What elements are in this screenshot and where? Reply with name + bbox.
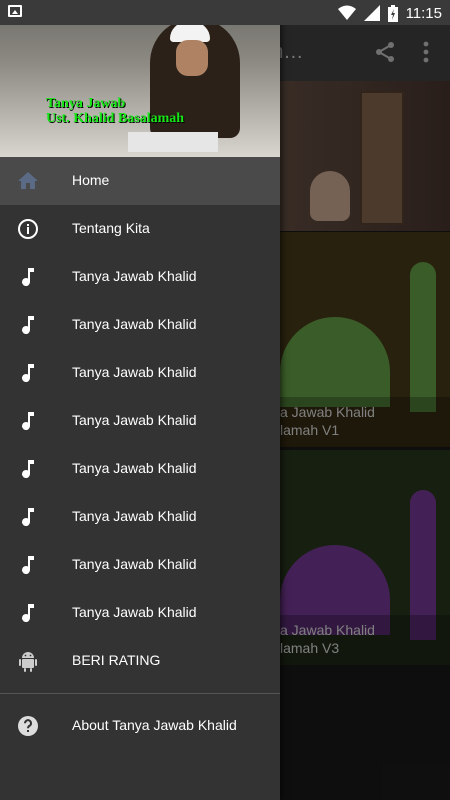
- header-line-1: Tanya Jawab: [46, 96, 126, 111]
- music-note-icon: [22, 364, 34, 383]
- menu-item-label: Tanya Jawab Khalid: [72, 604, 197, 620]
- wifi-icon: [337, 5, 356, 20]
- help-icon: [18, 716, 38, 736]
- music-note-icon: [22, 556, 34, 575]
- speaker-cap: [170, 22, 210, 42]
- music-note-icon: [22, 412, 34, 431]
- menu-item-label: Tanya Jawab Khalid: [72, 412, 197, 428]
- header-line-2: Ust. Khalid Basalamah: [46, 111, 185, 126]
- menu-item-label: Tanya Jawab Khalid: [72, 364, 197, 380]
- papers: [128, 132, 218, 152]
- menu-item-label: Tentang Kita: [72, 220, 150, 236]
- music-note-icon: [22, 508, 34, 527]
- music-note-icon: [22, 460, 34, 479]
- menu-item-label: About Tanya Jawab Khalid: [72, 717, 237, 733]
- music-note-icon: [22, 268, 34, 287]
- menu-item-label: Tanya Jawab Khalid: [72, 268, 197, 284]
- status-bar: 11:15: [0, 0, 450, 25]
- drawer-menu: Home Tentang Kita Tanya Jawab Khalid Tan…: [0, 157, 280, 750]
- menu-item-tanya-jawab[interactable]: Tanya Jawab Khalid: [0, 493, 280, 541]
- menu-item-tanya-jawab[interactable]: Tanya Jawab Khalid: [0, 349, 280, 397]
- menu-item-label: Home: [72, 172, 110, 188]
- menu-item-label: Tanya Jawab Khalid: [72, 460, 197, 476]
- menu-item-tanya-jawab[interactable]: Tanya Jawab Khalid: [0, 301, 280, 349]
- menu-item-tanya-jawab[interactable]: Tanya Jawab Khalid: [0, 541, 280, 589]
- menu-item-label: Tanya Jawab Khalid: [72, 508, 197, 524]
- menu-item-about[interactable]: About Tanya Jawab Khalid: [0, 702, 280, 750]
- battery-icon: [387, 4, 398, 22]
- header-title: Tanya Jawab Ust. Khalid Basalamah: [46, 96, 184, 126]
- music-note-icon: [22, 604, 34, 623]
- home-icon: [18, 172, 38, 189]
- status-time: 11:15: [405, 4, 442, 22]
- menu-item-label: Tanya Jawab Khalid: [72, 316, 197, 332]
- music-note-icon: [22, 316, 34, 335]
- menu-item-tanya-jawab[interactable]: Tanya Jawab Khalid: [0, 589, 280, 637]
- image-notification-icon: [8, 5, 22, 17]
- menu-item-tanya-jawab[interactable]: Tanya Jawab Khalid: [0, 397, 280, 445]
- menu-item-tanya-jawab[interactable]: Tanya Jawab Khalid: [0, 253, 280, 301]
- signal-icon: [363, 5, 380, 21]
- speaker-face: [176, 40, 208, 76]
- menu-item-tentang-kita[interactable]: Tentang Kita: [0, 205, 280, 253]
- menu-divider: [0, 693, 280, 694]
- menu-item-label: Tanya Jawab Khalid: [72, 556, 197, 572]
- menu-item-label: BERI RATING: [72, 652, 161, 668]
- info-icon: [18, 219, 38, 239]
- menu-item-beri-rating[interactable]: BERI RATING: [0, 637, 280, 685]
- status-icons: 11:15: [337, 3, 442, 23]
- menu-item-tanya-jawab[interactable]: Tanya Jawab Khalid: [0, 445, 280, 493]
- menu-item-home[interactable]: Home: [0, 157, 280, 205]
- navigation-drawer: Tanya Jawab Ust. Khalid Basalamah Home T…: [0, 0, 280, 800]
- android-icon: [19, 652, 37, 672]
